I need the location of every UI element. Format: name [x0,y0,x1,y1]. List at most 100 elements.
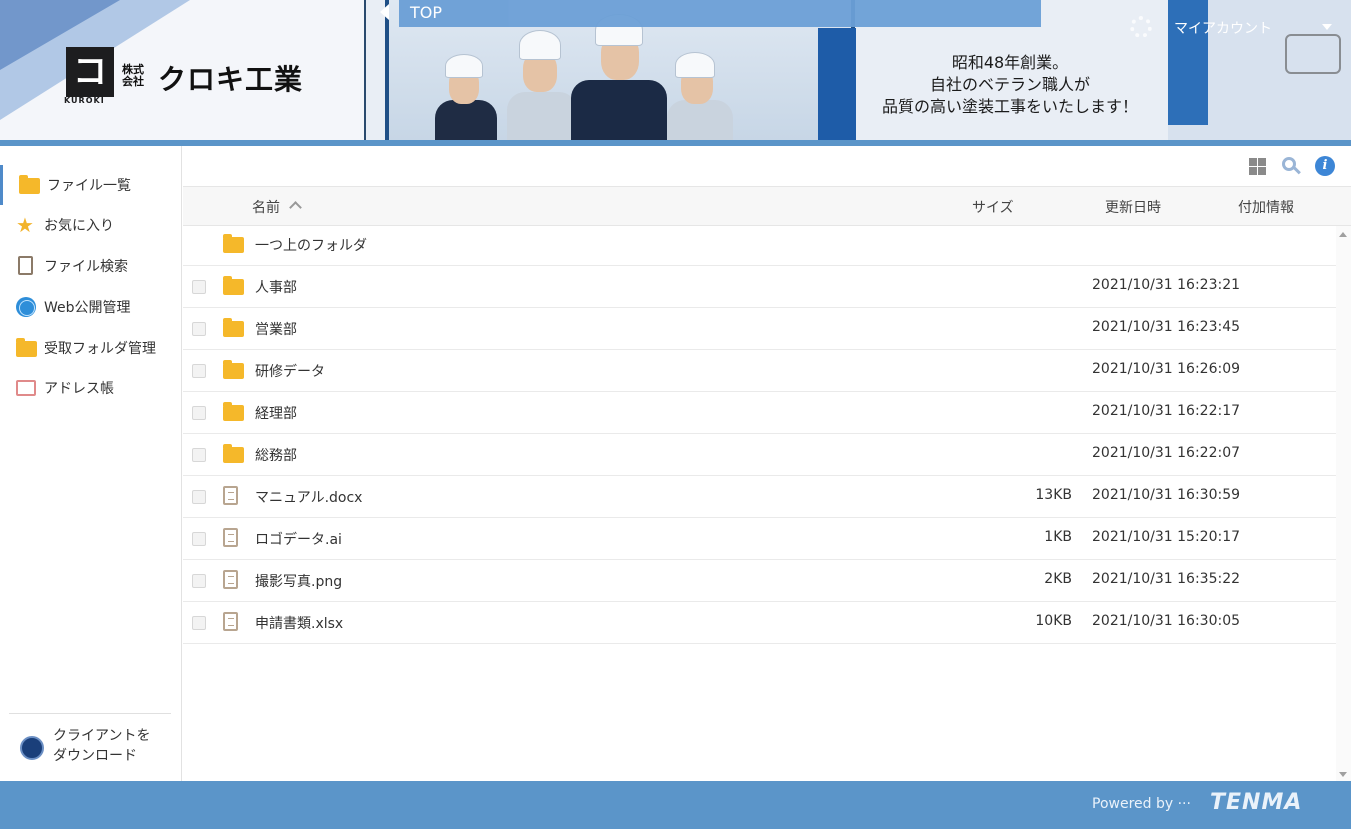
file-search-icon [18,256,38,275]
tenma-logo: TENMA [1210,790,1303,815]
chevron-down-icon[interactable] [1322,24,1332,30]
company-logo-mark: コ [66,47,114,97]
paint-roller-image [818,28,856,140]
breadcrumb-top[interactable]: TOP [410,3,442,22]
column-header-size[interactable]: サイズ [972,197,1014,217]
sort-ascending-icon[interactable] [289,201,302,214]
my-account-menu[interactable]: マイアカウント [1174,18,1272,38]
row-checkbox[interactable] [192,406,206,420]
drone-image [1285,34,1341,74]
file-table-body: 一つ上のフォルダ 人事部 2021/10/31 16:23:21 営業部 202… [183,226,1336,781]
row-checkbox[interactable] [192,364,206,378]
worker-figure [667,100,733,140]
table-row[interactable]: 総務部 2021/10/31 16:22:07 [183,434,1336,476]
sidebar-item-label: ファイル検索 [44,259,128,275]
client-download-label: クライアントを ダウンロード [53,728,151,764]
row-name[interactable]: 撮影写真.png [255,571,342,591]
table-row[interactable]: 営業部 2021/10/31 16:23:45 [183,308,1336,350]
folder-icon [19,175,40,196]
table-row[interactable]: 人事部 2021/10/31 16:23:21 [183,266,1336,308]
footer: Powered by ··· TENMA [0,781,1351,829]
row-name[interactable]: ロゴデータ.ai [255,529,342,549]
row-name[interactable]: 経理部 [255,403,297,423]
sidebar-item-file-search[interactable]: ファイル検索 [0,246,181,286]
row-size: 1KB [1044,529,1072,545]
worker-figure [571,80,667,140]
row-size: 10KB [1035,613,1072,629]
folder-icon [223,402,244,421]
document-icon [223,612,238,631]
row-checkbox[interactable] [192,532,206,546]
row-checkbox[interactable] [192,280,206,294]
row-date: 2021/10/31 16:26:09 [1092,361,1241,377]
row-date: 2021/10/31 15:20:17 [1092,529,1241,545]
column-header-name[interactable]: 名前 [252,197,280,217]
row-date: 2021/10/31 16:35:22 [1092,571,1241,587]
grid-view-icon[interactable] [1249,158,1266,175]
sidebar-item-label: お気に入り [44,218,114,234]
row-name[interactable]: 営業部 [255,319,297,339]
row-name[interactable]: 申請書類.xlsx [255,613,343,633]
search-icon[interactable] [1282,157,1301,175]
globe-icon [16,297,36,317]
table-row[interactable]: ロゴデータ.ai 1KB 2021/10/31 15:20:17 [183,518,1336,560]
worker-helmet [675,52,715,78]
row-date: 2021/10/31 16:30:05 [1092,613,1241,629]
row-checkbox[interactable] [192,490,206,504]
sidebar-item-label: 受取フォルダ管理 [44,341,156,357]
column-header-extra[interactable]: 付加情報 [1238,197,1294,217]
column-header-modified[interactable]: 更新日時 [1105,197,1161,217]
folder-icon [223,318,244,337]
row-date: 2021/10/31 16:23:45 [1092,319,1241,335]
back-arrow-icon[interactable] [380,4,389,20]
row-name[interactable]: 人事部 [255,277,297,297]
sidebar-item-web-publish[interactable]: Web公開管理 [0,287,181,327]
parent-folder-row[interactable]: 一つ上のフォルダ [183,226,1336,266]
row-checkbox[interactable] [192,322,206,336]
sidebar: ファイル一覧 ★ お気に入り ファイル検索 Web公開管理 受取フォルダ管理 ア… [0,146,182,781]
info-icon[interactable]: i [1315,156,1335,176]
sidebar-item-file-list[interactable]: ファイル一覧 [0,165,181,205]
receive-folder-icon [16,338,37,359]
scroll-up-icon[interactable] [1339,232,1347,237]
worker-helmet [445,54,483,78]
table-row[interactable]: 撮影写真.png 2KB 2021/10/31 16:35:22 [183,560,1336,602]
row-checkbox[interactable] [192,574,206,588]
sidebar-item-label: アドレス帳 [44,381,114,397]
table-row[interactable]: 研修データ 2021/10/31 16:26:09 [183,350,1336,392]
row-checkbox[interactable] [192,448,206,462]
company-name: クロキ工業 [158,63,304,96]
download-globe-icon [20,736,44,760]
gear-icon[interactable] [1130,16,1152,38]
table-row[interactable]: マニュアル.docx 13KB 2021/10/31 16:30:59 [183,476,1336,518]
sidebar-item-receive-folder[interactable]: 受取フォルダ管理 [0,328,181,368]
row-name[interactable]: マニュアル.docx [255,487,362,507]
sidebar-divider [9,713,171,714]
logo-area[interactable]: コ KUROKI 株式 会社 クロキ工業 [0,0,366,140]
worker-figure [435,100,497,140]
table-row[interactable]: 経理部 2021/10/31 16:22:17 [183,392,1336,434]
logo-subtext: KUROKI [64,96,105,105]
file-list-panel: i 名前 サイズ 更新日時 付加情報 一つ上のフォルダ 人事部 2021/10/… [183,146,1351,781]
client-download-link[interactable]: クライアントを ダウンロード [20,726,170,770]
row-name[interactable]: 研修データ [255,361,325,381]
row-checkbox[interactable] [192,616,206,630]
folder-icon [223,444,244,463]
header-divider [364,0,366,140]
table-row[interactable]: 申請書類.xlsx 10KB 2021/10/31 16:30:05 [183,602,1336,644]
sidebar-item-label: Web公開管理 [44,300,131,316]
scroll-down-icon[interactable] [1339,772,1347,777]
document-icon [223,486,238,505]
document-icon [223,570,238,589]
row-date: 2021/10/31 16:30:59 [1092,487,1241,503]
sidebar-item-label: ファイル一覧 [47,178,131,194]
parent-folder-label: 一つ上のフォルダ [255,238,367,254]
sidebar-item-address-book[interactable]: アドレス帳 [0,368,181,408]
toolbar: i [183,146,1351,186]
row-name[interactable]: 総務部 [255,445,297,465]
worker-helmet [519,30,561,60]
breadcrumb[interactable]: TOP [399,0,1041,27]
worker-figure [507,92,577,140]
vertical-scrollbar[interactable] [1336,226,1351,781]
sidebar-item-favorites[interactable]: ★ お気に入り [0,205,181,245]
